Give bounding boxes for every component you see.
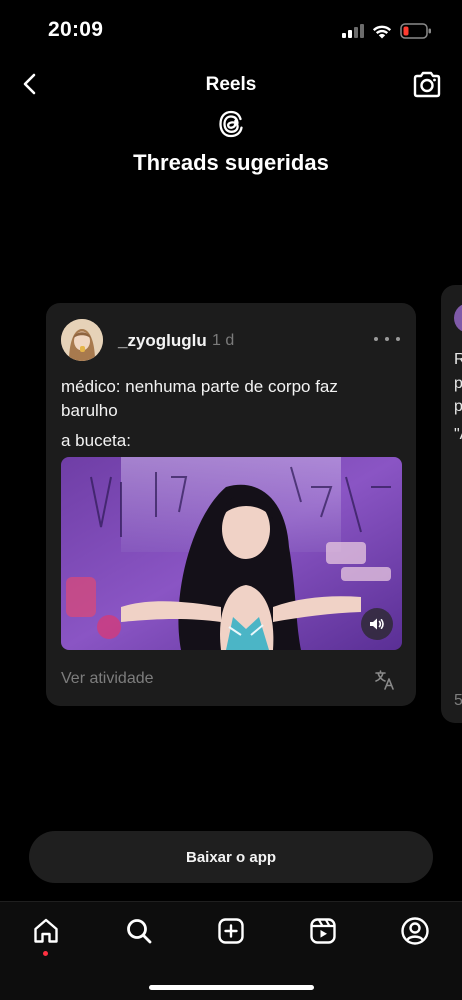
camera-button[interactable]	[410, 68, 444, 102]
peek-text-line: p	[454, 375, 462, 392]
header: Reels	[0, 60, 462, 110]
page-title: Reels	[205, 74, 257, 95]
wifi-icon	[372, 25, 392, 38]
battery-icon	[400, 23, 431, 39]
more-dot	[374, 337, 378, 341]
post-time: 1 d	[212, 332, 235, 349]
post-text-line: a buceta:	[61, 431, 131, 450]
sound-button[interactable]	[361, 608, 393, 640]
search-icon	[127, 919, 152, 944]
tab-create[interactable]	[216, 916, 246, 946]
status-icons	[342, 20, 432, 42]
cellular-signal-icon	[342, 24, 364, 38]
translate-button[interactable]	[374, 669, 396, 691]
post-text-line: médico: nenhuma parte de corpo faz barul…	[61, 377, 338, 420]
avatar[interactable]	[61, 319, 103, 361]
translate-icon	[375, 670, 394, 690]
peek-text-line: p	[454, 398, 462, 415]
view-activity-link[interactable]: Ver atividade	[61, 670, 154, 688]
notification-dot	[43, 951, 48, 956]
tab-bar	[0, 901, 462, 1000]
tab-home[interactable]	[31, 916, 61, 946]
tab-profile[interactable]	[400, 916, 430, 946]
thread-card[interactable]: _zyogluglu 1 d médico: nenhuma parte de …	[46, 303, 416, 706]
more-options-button[interactable]	[374, 331, 400, 347]
tab-reels[interactable]	[308, 916, 338, 946]
create-icon	[218, 918, 244, 944]
peek-text-line: 5	[454, 692, 462, 709]
tab-search[interactable]	[124, 916, 154, 946]
section-title: Threads sugeridas	[133, 150, 329, 175]
more-dot	[396, 337, 400, 341]
post-text: médico: nenhuma parte de corpo faz barul…	[61, 375, 391, 459]
profile-icon	[401, 917, 429, 945]
home-indicator	[149, 985, 314, 990]
avatar	[454, 303, 462, 333]
home-icon	[34, 918, 58, 943]
camera-icon	[413, 71, 441, 98]
sound-icon	[370, 618, 384, 630]
video-frame	[61, 457, 402, 650]
more-dot	[385, 337, 389, 341]
status-time: 20:09	[48, 18, 104, 41]
next-thread-card[interactable]: R p p "A 5	[441, 285, 462, 723]
reels-icon	[310, 918, 336, 944]
peek-text-line: "A	[454, 426, 462, 443]
status-bar: 20:09	[0, 0, 462, 60]
post-video[interactable]	[61, 457, 402, 650]
download-app-button[interactable]: Baixar o app	[29, 831, 433, 883]
threads-logo-icon	[216, 108, 246, 140]
post-username[interactable]: _zyogluglu	[118, 331, 207, 351]
peek-text-line: R	[454, 351, 462, 368]
